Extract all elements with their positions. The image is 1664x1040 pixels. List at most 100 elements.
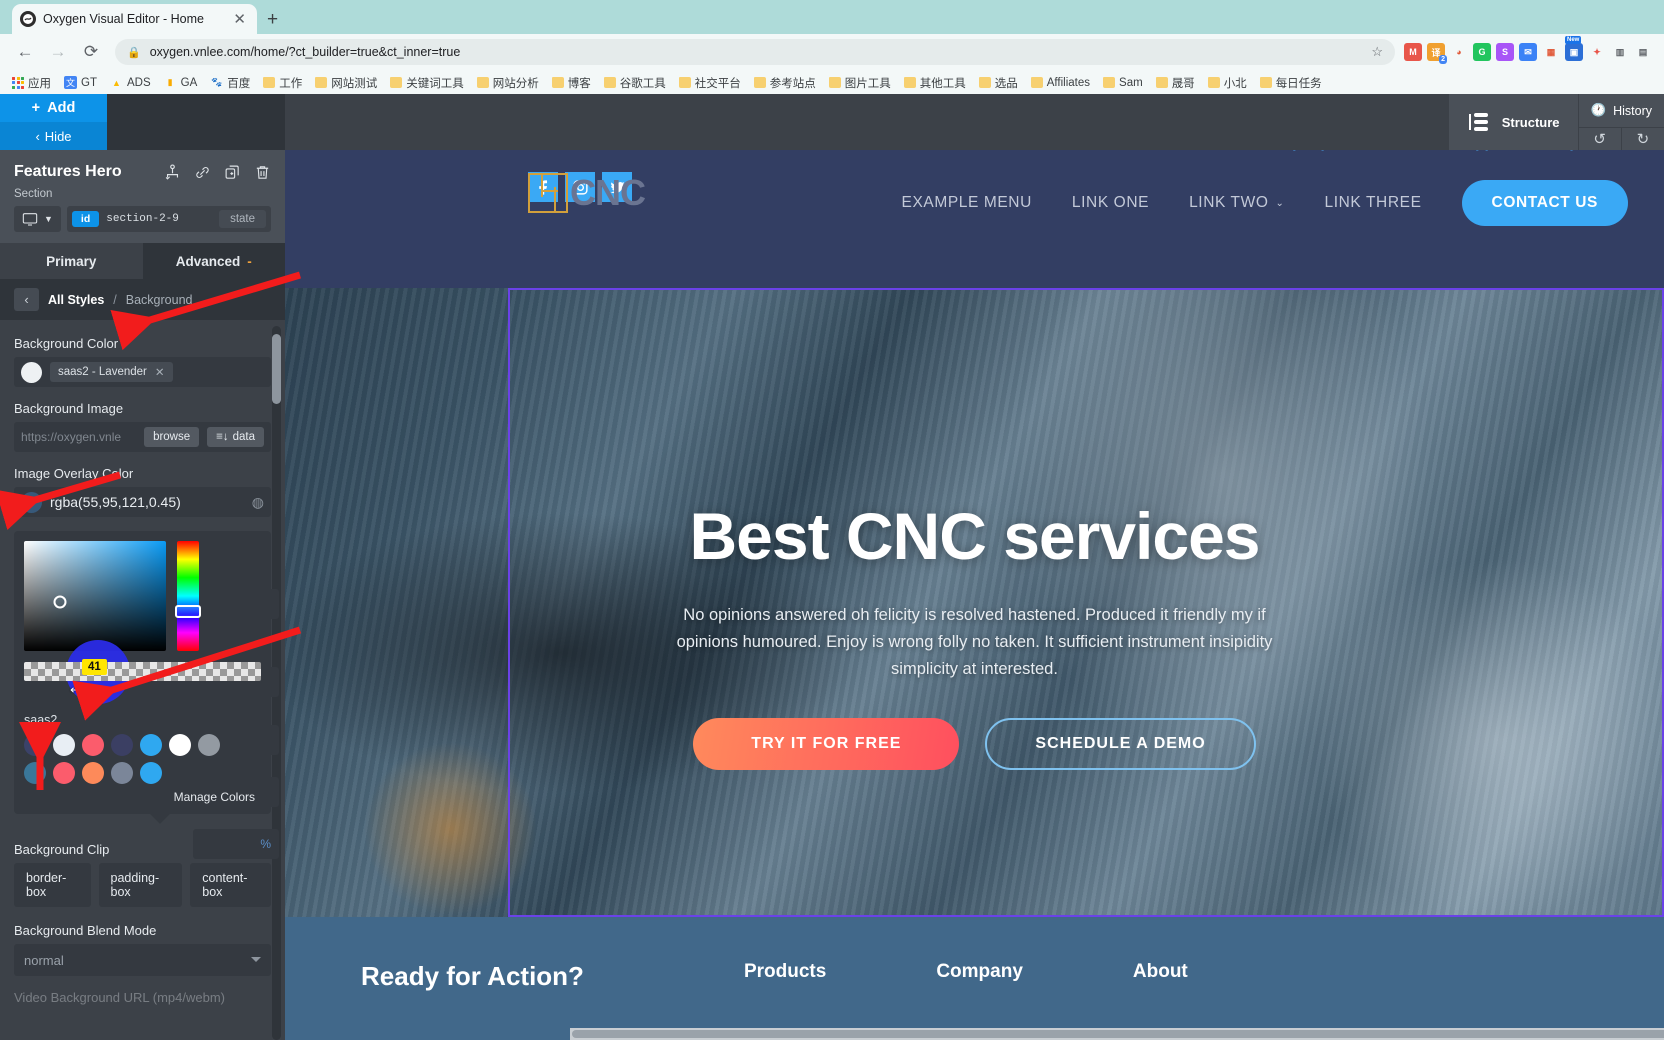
chart-extension-icon[interactable]: ▦ xyxy=(1542,43,1560,61)
site-logo[interactable]: CNC xyxy=(528,172,646,214)
palette-swatch[interactable] xyxy=(140,734,162,756)
bookmark-ga[interactable]: ▮ GA xyxy=(158,74,204,91)
breadcrumb-all-styles[interactable]: All Styles xyxy=(48,293,104,307)
link-icon[interactable] xyxy=(194,164,211,181)
try-it-for-free-button[interactable]: TRY IT FOR FREE xyxy=(693,717,960,770)
manage-colors-link[interactable]: Manage Colors xyxy=(24,790,261,804)
palette-swatch[interactable] xyxy=(82,734,104,756)
remove-color-icon[interactable]: ✕ xyxy=(155,365,165,379)
hero-section[interactable]: ⤢ Section ⌃ Best CNC services No opinion… xyxy=(285,288,1664,917)
data-button[interactable]: ≡↓ data xyxy=(207,427,264,447)
nav-example-menu[interactable]: EXAMPLE MENU xyxy=(902,194,1032,212)
bookmark-apps-grid[interactable]: 应用 xyxy=(6,73,57,93)
tomato-extension-icon[interactable]: ◕ xyxy=(1450,43,1468,61)
address-bar[interactable]: 🔒 oxygen.vnlee.com/home/?ct_builder=true… xyxy=(115,39,1395,65)
nav-link-one[interactable]: LINK ONE xyxy=(1072,194,1149,212)
clip-padding-box-button[interactable]: padding-box xyxy=(98,863,183,907)
palette-swatch[interactable] xyxy=(111,762,133,784)
bookmark-daily-tasks[interactable]: 每日任务 xyxy=(1254,73,1328,93)
globe-icon[interactable]: ◍ xyxy=(252,494,264,511)
tab-primary[interactable]: Primary xyxy=(0,243,143,279)
structure-button[interactable]: Structure xyxy=(1448,94,1578,150)
tab-advanced[interactable]: Advanced - xyxy=(142,243,285,279)
reload-icon[interactable]: ⟳ xyxy=(76,37,106,67)
browse-button[interactable]: browse xyxy=(144,427,200,447)
palette-swatch[interactable] xyxy=(140,762,162,784)
bookmark-image-tools[interactable]: 图片工具 xyxy=(823,73,897,93)
bookmark-site-analytics[interactable]: 网站分析 xyxy=(471,73,545,93)
palette-swatch[interactable] xyxy=(53,734,75,756)
background-blend-mode-select[interactable]: normal xyxy=(14,944,271,976)
analytics-extension-icon[interactable]: ▥ xyxy=(1611,43,1629,61)
palette-swatch[interactable] xyxy=(53,762,75,784)
palette-swatch[interactable] xyxy=(198,734,220,756)
overlay-color-swatch[interactable] xyxy=(21,491,42,513)
palette-swatch[interactable] xyxy=(24,734,46,756)
pin-extension-icon[interactable]: ✦ xyxy=(1588,43,1606,61)
bookmark-other-tools[interactable]: 其他工具 xyxy=(898,73,972,93)
history-button[interactable]: 🕐 History xyxy=(1579,94,1664,127)
browser-tab[interactable]: Oxygen Visual Editor - Home ✕ xyxy=(12,4,257,34)
bookmark-affiliates[interactable]: Affiliates xyxy=(1025,75,1096,91)
nav-link-three[interactable]: LINK THREE xyxy=(1325,194,1422,212)
image-overlay-color-field[interactable]: rgba(55,95,121,0.45) ◍ xyxy=(14,487,271,517)
alpha-slider[interactable] xyxy=(24,662,261,681)
nav-link-two[interactable]: LINK TWO ⌄ xyxy=(1189,194,1284,212)
menu-extension-icon[interactable]: ▤ xyxy=(1634,43,1652,61)
color-picker-popup[interactable]: 41 ⟷ saas2 Manage Colors xyxy=(14,531,271,824)
background-color-field[interactable]: saas2 - Lavender ✕ xyxy=(14,357,271,387)
bookmark-sam[interactable]: Sam xyxy=(1097,75,1149,91)
bookmark-keyword-tools[interactable]: 关键词工具 xyxy=(384,73,470,93)
s-extension-icon[interactable]: S xyxy=(1496,43,1514,61)
bookmark-blog[interactable]: 博客 xyxy=(546,73,597,93)
bookmark-baidu[interactable]: 🐾 百度 xyxy=(204,73,256,93)
hue-slider-handle[interactable] xyxy=(175,604,201,618)
element-id-field[interactable]: id section-2-9 state xyxy=(66,206,271,232)
overlay-color-value[interactable]: rgba(55,95,121,0.45) xyxy=(50,494,244,510)
background-image-input[interactable]: https://oxygen.vnle xyxy=(21,430,136,444)
background-color-swatch[interactable] xyxy=(21,361,42,383)
bookmark-xiaobei[interactable]: 小北 xyxy=(1202,73,1253,93)
mail-extension-icon[interactable]: ✉ xyxy=(1519,43,1537,61)
contact-us-button[interactable]: CONTACT US xyxy=(1461,180,1628,226)
grammarly-extension-icon[interactable]: G xyxy=(1473,43,1491,61)
undo-button[interactable]: ↺ xyxy=(1578,126,1621,151)
canvas-horizontal-scrollbar[interactable] xyxy=(570,1028,1664,1040)
palette-swatch[interactable] xyxy=(111,734,133,756)
tab-close-icon[interactable]: ✕ xyxy=(230,12,249,27)
translate-extension-icon[interactable]: 译2 xyxy=(1427,43,1447,64)
hue-slider[interactable] xyxy=(175,541,201,651)
select-parent-icon[interactable] xyxy=(164,163,181,181)
saturation-handle[interactable] xyxy=(53,595,66,608)
bookmark-work[interactable]: 工作 xyxy=(257,73,308,93)
bookmark-social[interactable]: 社交平台 xyxy=(673,73,747,93)
saturation-value-area[interactable] xyxy=(24,541,166,651)
background-image-field[interactable]: https://oxygen.vnle browse ≡↓ data xyxy=(14,422,271,452)
canvas-scrollbar-thumb[interactable] xyxy=(572,1030,1664,1038)
bookmark-ads[interactable]: ▲ ADS xyxy=(104,74,157,91)
palette-swatch[interactable] xyxy=(82,762,104,784)
delete-icon[interactable] xyxy=(254,164,271,181)
new-tab-button[interactable]: + xyxy=(267,10,278,29)
bookmark-product-selection[interactable]: 选品 xyxy=(973,73,1024,93)
phone-link[interactable]: (086) 020-31250 xyxy=(1290,150,1405,152)
schedule-a-demo-button[interactable]: SCHEDULE A DEMO xyxy=(985,717,1256,770)
email-link[interactable]: support@example.com xyxy=(1457,150,1628,152)
clip-content-box-button[interactable]: content-box xyxy=(190,863,271,907)
hide-button[interactable]: ‹ Hide xyxy=(0,122,107,150)
back-icon[interactable]: ← xyxy=(10,37,40,67)
add-button[interactable]: + Add xyxy=(0,94,107,122)
background-size-percent-field[interactable]: % xyxy=(193,829,279,859)
clip-border-box-button[interactable]: border-box xyxy=(14,863,91,907)
breadcrumb-back-button[interactable]: ‹ xyxy=(14,288,39,311)
panel-scrollbar-thumb[interactable] xyxy=(272,334,281,404)
forward-icon[interactable]: → xyxy=(43,37,73,67)
device-selector[interactable]: ▼ xyxy=(14,206,61,232)
bookmark-reference-sites[interactable]: 参考站点 xyxy=(748,73,822,93)
bookmark-shenge[interactable]: 晟哥 xyxy=(1150,73,1201,93)
new-extension-icon[interactable]: ▣ New xyxy=(1565,36,1583,61)
bookmark-star-icon[interactable]: ☆ xyxy=(1371,44,1383,60)
bookmark-gt[interactable]: 文 GT xyxy=(58,74,103,91)
m-extension-icon[interactable]: M xyxy=(1404,43,1422,61)
duplicate-icon[interactable] xyxy=(224,164,241,181)
